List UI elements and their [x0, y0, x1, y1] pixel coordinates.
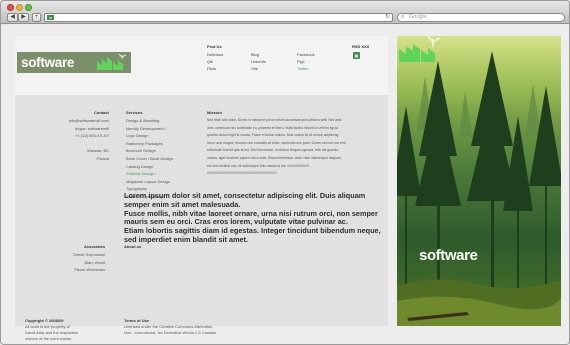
associate-name[interactable]: Pawel Wrzesnies: [35, 266, 105, 274]
logo-text: software: [21, 55, 75, 70]
mission-line: ante, commodo nec sollicitudin eu, phare…: [207, 125, 338, 130]
close-window-button[interactable]: [7, 4, 14, 11]
copyright-line: owners of the work shown.: [25, 336, 73, 341]
service-item[interactable]: Magazine Layout Design: [126, 178, 208, 186]
associate-name[interactable]: Marc Wodd: [35, 259, 105, 267]
service-item[interactable]: Editorial Design /: [126, 170, 208, 178]
find-us-column-1: Deliclous Qik Flickr: [207, 51, 223, 72]
about-line: sed imperdiet enim blandit sit amet.: [124, 234, 249, 244]
search-icon: ⌕: [401, 14, 405, 20]
find-us-heading: Find Us: [207, 44, 222, 49]
favicon-icon: m: [47, 15, 54, 20]
forest-poster-image: software: [397, 36, 561, 326]
associates-heading: Associates: [84, 244, 106, 249]
mission-heading: Mission: [207, 110, 222, 115]
contact-line: Poland: [96, 155, 109, 161]
mission-line: sollicitudin blandit quis at est. Sed fe…: [207, 148, 339, 153]
mission-line: ////////////////////////////////////////…: [207, 171, 277, 176]
title-bar: ◀ ▶ + m ↻ ⌕ Google: [1, 1, 569, 24]
terms-heading: Terms of Use: [124, 318, 150, 323]
find-us-link[interactable]: Flickr: [207, 65, 223, 72]
service-item[interactable]: Stationery Packages: [126, 140, 208, 148]
minimize-window-button[interactable]: [16, 4, 23, 11]
copyright-heading: Copyright © 2008/09: [25, 318, 64, 323]
rss-icon[interactable]: ▣: [353, 52, 360, 59]
terms-line: Non - commercial, No Derivative Works 2.…: [124, 330, 216, 335]
logo-mill-icon: [97, 54, 127, 70]
poster-mill-icon: [399, 36, 441, 62]
contact-info: info@softwaremill.com skype: softwaremil…: [35, 117, 109, 163]
site-header: software Find Us Deliclous Qik Flickr Bl…: [15, 36, 388, 95]
contact-line: [35, 140, 109, 148]
about-text: Lorem ipsum dolor sit amet, consectetur …: [124, 191, 382, 245]
site-logo[interactable]: software: [17, 52, 131, 73]
browser-window: ◀ ▶ + m ↻ ⌕ Google software Find Us Deli…: [0, 0, 570, 345]
mission-line: gravida dictum eget id mauris. Fusce et …: [207, 133, 340, 138]
find-us-link[interactable]: Olik: [251, 65, 266, 72]
mission-line: mauris, eget hendrerit sapien nisl a nul…: [207, 155, 342, 160]
forward-button[interactable]: ▶: [18, 13, 29, 22]
contact-line[interactable]: info@softwaremill.com: [35, 117, 109, 125]
find-us-link[interactable]: Plg1: [297, 58, 315, 65]
contact-line[interactable]: skype: softwaremill: [35, 125, 109, 133]
find-us-link[interactable]: Facebook: [297, 51, 315, 58]
find-us-link[interactable]: Deliclous: [207, 51, 223, 58]
mission-line: est sem facilisis orci, sit scelerisque …: [207, 163, 310, 168]
mission-line: Nunc urna magna, rhoncus non convallis s…: [207, 140, 346, 145]
page-viewport: software Find Us Deliclous Qik Flickr Bl…: [1, 25, 569, 344]
rss-heading: RSS XXX: [352, 44, 370, 49]
service-item[interactable]: Design & Branding: [126, 117, 208, 125]
search-placeholder: Google: [409, 14, 427, 20]
find-us-link[interactable]: Twitter: [297, 65, 315, 72]
service-item[interactable]: Identity Development /: [126, 125, 208, 133]
service-item[interactable]: Logo Design: [126, 132, 208, 140]
services-heading: Services: [126, 110, 143, 115]
terms-text: Licensed under the Creative Commons Attr…: [124, 324, 274, 336]
service-item[interactable]: Brochure Design: [126, 147, 208, 155]
associate-name[interactable]: Tomek Szymanski: [35, 251, 105, 259]
find-us-column-3: Facebook Plg1 Twitter: [297, 51, 315, 72]
back-button[interactable]: ◀: [7, 13, 18, 22]
find-us-link[interactable]: LinkedIn: [251, 58, 266, 65]
mission-text: Sed vitae odio dolor. Donec in massa et …: [207, 117, 383, 178]
add-bookmark-button[interactable]: +: [32, 13, 41, 22]
website-panel: software Find Us Deliclous Qik Flickr Bl…: [15, 36, 388, 341]
contact-line: Warsaw, BC: [87, 148, 109, 154]
services-list: Design & Branding Identity Development /…: [126, 117, 208, 201]
contact-heading: Contact: [94, 110, 109, 115]
find-us-link[interactable]: Blog: [251, 51, 266, 58]
site-content: Contact info@softwaremill.com skype: sof…: [15, 95, 388, 341]
service-item[interactable]: Book Cover / Book Design: [126, 155, 208, 163]
find-us-link[interactable]: Qik: [207, 58, 223, 65]
address-bar[interactable]: m ↻: [44, 13, 393, 22]
associates-list: Tomek Szymanski Marc Wodd Pawel Wrzesnie…: [35, 251, 105, 274]
zoom-window-button[interactable]: [25, 4, 32, 11]
reload-icon[interactable]: ↻: [385, 14, 390, 21]
forest-illustration: [397, 36, 561, 326]
find-us-column-2: Blog LinkedIn Olik: [251, 51, 266, 72]
poster-logo-text: software: [419, 247, 478, 264]
copyright-text: All work is the property of David Artia …: [25, 324, 105, 342]
mission-line: Sed vitae odio dolor. Donec in massa et …: [207, 118, 342, 122]
search-input[interactable]: ⌕ Google: [397, 13, 565, 22]
contact-line: +1 (12) 645-XX-XX: [75, 133, 109, 139]
service-item[interactable]: Catalog Design: [126, 163, 208, 171]
